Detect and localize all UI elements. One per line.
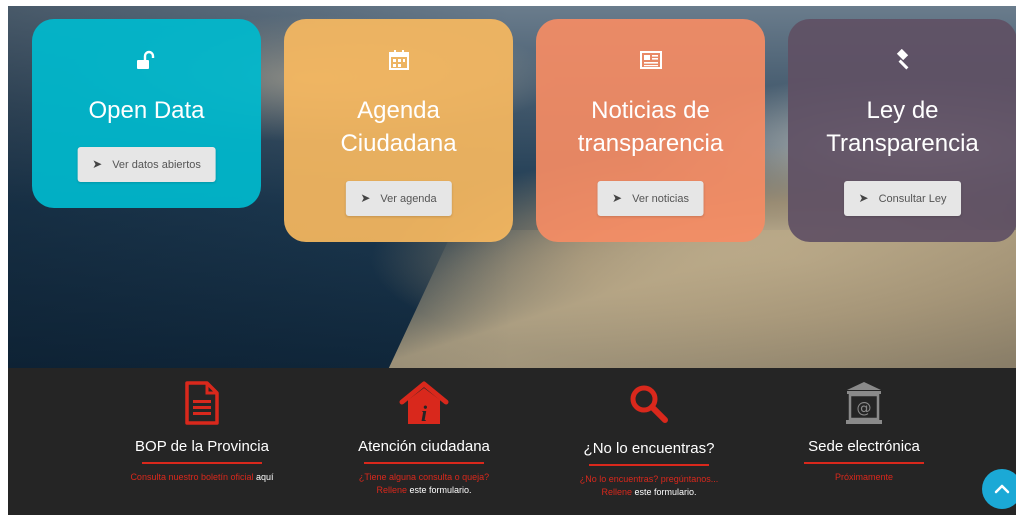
unlock-icon bbox=[137, 50, 155, 69]
svg-text:@: @ bbox=[857, 399, 872, 417]
feature-description: Próximamente bbox=[834, 472, 894, 482]
feature-title: Sede electrónica bbox=[808, 438, 920, 455]
button-label: Ver agenda bbox=[380, 193, 437, 205]
button-label: Ver datos abiertos bbox=[112, 159, 201, 171]
feature-description: ¿Tiene alguna consulta o queja? Rellene … bbox=[314, 471, 534, 497]
search-icon bbox=[630, 385, 668, 423]
desc-link[interactable]: Consulta nuestro boletín oficial bbox=[130, 472, 253, 482]
desc-line1: ¿No lo encuentras? pregúntanos... bbox=[579, 474, 719, 484]
button-label: Consultar Ley bbox=[878, 193, 947, 205]
agenda-ciudadana-card[interactable]: Agenda Ciudadana ➤ Ver agenda bbox=[284, 19, 513, 242]
institution-icon: @ bbox=[846, 382, 882, 424]
house-info-icon: i bbox=[399, 381, 449, 426]
title-underline bbox=[364, 462, 484, 464]
card-title-line1: Ley de bbox=[866, 97, 939, 124]
feature-title: ¿No lo encuentras? bbox=[583, 440, 715, 457]
ver-agenda-button[interactable]: ➤ Ver agenda bbox=[345, 181, 452, 216]
desc-link-formulario[interactable]: este formulario bbox=[635, 487, 695, 497]
document-icon bbox=[185, 381, 219, 425]
newspaper-icon bbox=[640, 51, 662, 69]
card-title-line1: Agenda bbox=[357, 97, 440, 124]
location-arrow-icon: ➤ bbox=[360, 191, 371, 205]
desc-rellene: Rellene bbox=[601, 487, 632, 497]
svg-text:i: i bbox=[421, 401, 428, 426]
location-arrow-icon: ➤ bbox=[858, 191, 869, 205]
services-section: BOP de la Provincia Consulta nuestro bol… bbox=[8, 368, 1016, 515]
desc-link-formulario[interactable]: este formulario bbox=[410, 485, 470, 495]
card-title-line2: transparencia bbox=[577, 130, 724, 157]
desc-link-aqui[interactable]: aquí bbox=[256, 472, 274, 482]
location-arrow-icon: ➤ bbox=[612, 191, 623, 205]
desc-line1: ¿Tiene alguna consulta o queja? bbox=[358, 472, 490, 482]
card-title-line2: Ciudadana bbox=[340, 130, 457, 157]
desc-rellene: Rellene bbox=[376, 485, 407, 495]
feature-description: Consulta nuestro boletín oficial aquí bbox=[92, 471, 312, 484]
card-title-line1: Noticias de bbox=[591, 97, 710, 124]
consultar-ley-button[interactable]: ➤ Consultar Ley bbox=[843, 181, 962, 216]
chevron-up-icon bbox=[994, 484, 1010, 494]
gavel-icon bbox=[896, 49, 909, 70]
title-underline bbox=[589, 464, 709, 466]
location-arrow-icon: ➤ bbox=[92, 157, 103, 171]
title-underline bbox=[142, 462, 262, 464]
title-underline bbox=[804, 462, 924, 464]
card-title: Open Data bbox=[88, 97, 205, 124]
open-data-card[interactable]: Open Data ➤ Ver datos abiertos bbox=[32, 19, 261, 208]
calendar-icon bbox=[389, 50, 409, 70]
ver-noticias-button[interactable]: ➤ Ver noticias bbox=[597, 181, 704, 216]
noticias-transparencia-card[interactable]: Noticias de transparencia ➤ Ver noticias bbox=[536, 19, 765, 242]
feature-title: BOP de la Provincia bbox=[135, 438, 269, 455]
ley-transparencia-card[interactable]: Ley de Transparencia ➤ Consultar Ley bbox=[788, 19, 1016, 242]
feature-title: Atención ciudadana bbox=[358, 438, 490, 455]
ver-datos-abiertos-button[interactable]: ➤ Ver datos abiertos bbox=[77, 147, 216, 182]
feature-description: ¿No lo encuentras? pregúntanos... Rellen… bbox=[539, 473, 759, 499]
button-label: Ver noticias bbox=[632, 193, 689, 205]
card-title-line2: Transparencia bbox=[826, 130, 979, 157]
scroll-top-button[interactable] bbox=[982, 469, 1016, 509]
